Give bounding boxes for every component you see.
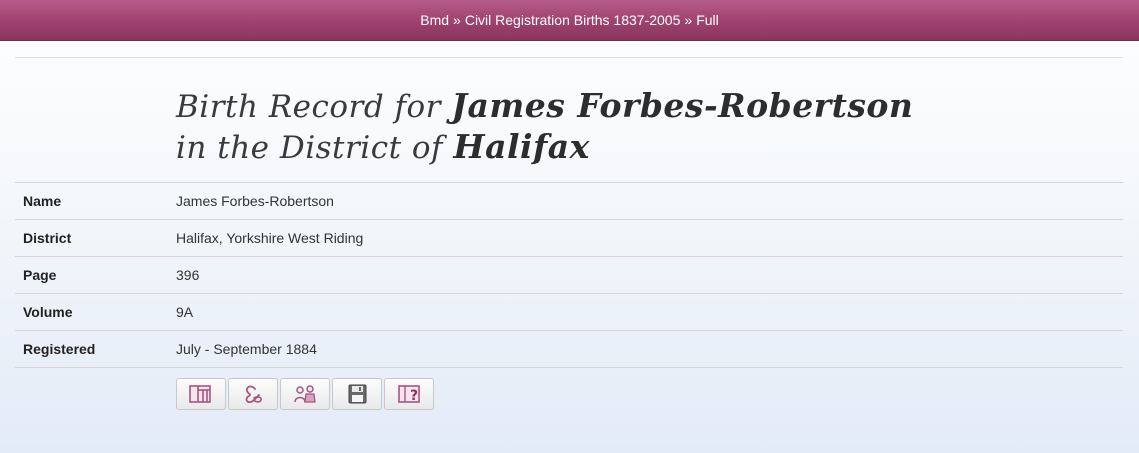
field-value-name: James Forbes-Robertson: [176, 182, 1123, 220]
help-question-icon: ?: [398, 385, 420, 404]
record-table: Name James Forbes-Robertson District Hal…: [15, 182, 1123, 368]
field-value-registered: July - September 1884: [176, 330, 1123, 368]
save-record-button[interactable]: [332, 378, 382, 410]
ampersand-link-icon: [245, 385, 262, 404]
breadcrumb-bar: Bmd» Civil Registration Births 1837-2005»…: [0, 0, 1139, 41]
title-person-name: James Forbes-Robertson: [451, 86, 914, 125]
title-district-name: Halifax: [453, 127, 590, 166]
field-label-volume: Volume: [15, 293, 176, 331]
table-row: Registered July - September 1884: [15, 330, 1123, 368]
field-label-registered: Registered: [15, 330, 176, 368]
field-label-page: Page: [15, 256, 176, 294]
breadcrumb-separator: »: [453, 12, 461, 28]
breadcrumb-bmd[interactable]: Bmd: [420, 12, 449, 28]
field-label-district: District: [15, 219, 176, 257]
record-panel: Birth Record for James Forbes-Robertson …: [15, 57, 1123, 410]
breadcrumb-separator: »: [684, 12, 693, 28]
title-district-prefix: in the District of: [176, 130, 444, 166]
page-title: Birth Record for James Forbes-Robertson …: [15, 58, 1123, 182]
people-pair-icon: [294, 385, 316, 403]
title-line-2: in the District of Halifax: [176, 127, 1123, 168]
register-book-icon: [189, 385, 211, 403]
table-row: Volume 9A: [15, 293, 1123, 331]
breadcrumb-current-full: Full: [696, 12, 719, 28]
field-value-volume: 9A: [176, 293, 1123, 331]
record-toolbar: ?: [15, 368, 1123, 410]
field-label-name: Name: [15, 182, 176, 220]
title-prefix: Birth Record for: [176, 89, 441, 125]
field-value-district: Halifax, Yorkshire West Riding: [176, 219, 1123, 257]
table-row: District Halifax, Yorkshire West Riding: [15, 219, 1123, 257]
save-disk-icon: [348, 384, 367, 404]
title-line-1: Birth Record for James Forbes-Robertson: [176, 86, 1123, 127]
svg-text:?: ?: [410, 388, 418, 404]
table-row: Page 396: [15, 256, 1123, 294]
link-record-button[interactable]: [228, 378, 278, 410]
breadcrumb-civil-registration-births[interactable]: Civil Registration Births 1837-2005: [465, 12, 681, 28]
view-register-button[interactable]: [176, 378, 226, 410]
field-value-page: 396: [176, 256, 1123, 294]
table-row: Name James Forbes-Robertson: [15, 182, 1123, 220]
help-button[interactable]: ?: [384, 378, 434, 410]
family-members-button[interactable]: [280, 378, 330, 410]
